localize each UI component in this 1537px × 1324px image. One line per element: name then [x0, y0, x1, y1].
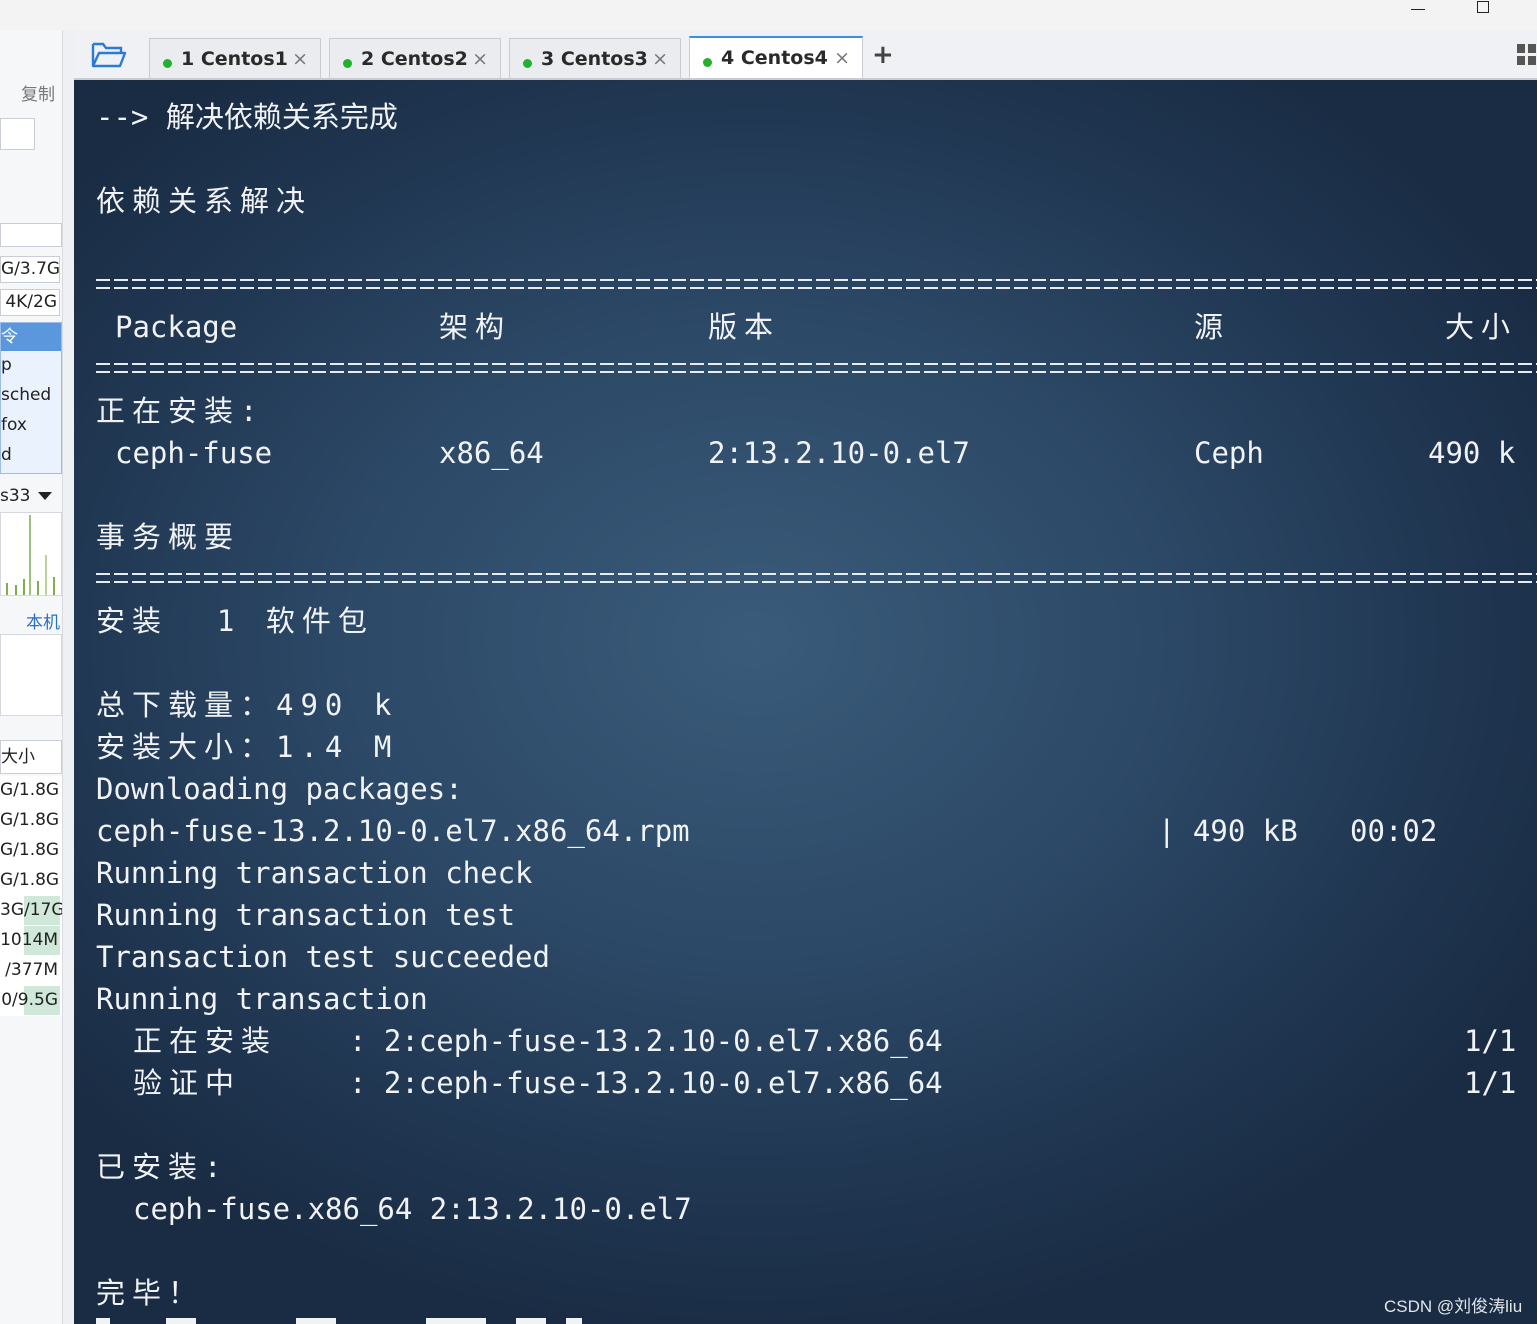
tab-centos2[interactable]: 2 Centos2 ×: [329, 38, 501, 78]
close-icon[interactable]: ×: [834, 47, 850, 69]
total-download: 总下载量：490 k: [96, 688, 399, 722]
disk-row: 1014M: [0, 926, 60, 955]
status-dot-icon: [343, 59, 352, 68]
mem-usage: G/3.7G: [0, 256, 60, 283]
status-dot-icon: [703, 58, 712, 67]
list-item[interactable]: p: [1, 355, 12, 375]
net-bar: [6, 583, 8, 595]
network-chart: [0, 512, 62, 596]
list-item[interactable]: fox: [1, 415, 27, 435]
tab-label: 1 Centos1: [181, 48, 288, 70]
rpm-progress: | 490 kB 00:02: [1158, 814, 1438, 848]
header-size: 大小: [1445, 310, 1518, 344]
disk-list: G/1.8G G/1.8G G/1.8G G/1.8G 3G/17G 1014M/377M…: [0, 776, 65, 1016]
window-title-bar: [0, 0, 1537, 30]
watermark: CSDN @刘俊涛liu: [1384, 1297, 1523, 1316]
net-bar: [37, 581, 39, 595]
step-installing-label: 正在安装: [133, 1024, 278, 1058]
separator-line: [96, 573, 1537, 587]
terminal-output[interactable]: --> 解决依赖关系完成 依赖关系解决 Package 架构 版本 源 大小 正…: [74, 80, 1537, 1324]
header-version: 版本: [708, 310, 781, 344]
minimize-icon[interactable]: [1395, 0, 1441, 30]
list-item[interactable]: d: [1, 445, 12, 465]
sidebar-field: [0, 223, 62, 247]
step-verify-label: 验证中: [133, 1066, 242, 1100]
list-item[interactable]: sched: [1, 385, 51, 405]
pkg-version: 2:13.2.10-0.el7: [708, 436, 970, 470]
chevron-down-icon[interactable]: [38, 492, 52, 500]
step-installing-count: 1/1: [1464, 1024, 1517, 1058]
net-bar: [29, 515, 31, 595]
install-size: 安装大小：1.4 M: [96, 730, 399, 764]
sidebar-input[interactable]: [0, 118, 35, 150]
net-bar: [15, 585, 17, 595]
tab-centos1[interactable]: 1 Centos1 ×: [149, 38, 321, 78]
done-line: 完毕！: [96, 1276, 205, 1310]
header-package: Package: [115, 310, 238, 344]
process-list: 令 p sched fox d: [0, 322, 62, 474]
rpm-file: ceph-fuse-13.2.10-0.el7.x86_64.rpm: [96, 814, 690, 848]
disk-row: G/1.8G: [0, 780, 60, 800]
disk-row: G/1.8G: [0, 840, 60, 860]
header-repo: 源: [1194, 310, 1224, 344]
status-dot-icon: [523, 59, 532, 68]
pkg-repo: Ceph: [1194, 436, 1264, 470]
test-succeeded: Transaction test succeeded: [96, 940, 550, 974]
status-dot-icon: [163, 59, 172, 68]
transaction-check: Running transaction check: [96, 856, 533, 890]
disk-row: G/1.8G: [0, 810, 60, 830]
disk-row: G/1.8G: [0, 870, 60, 890]
size-column-header[interactable]: 大小: [0, 740, 62, 774]
terminal-cursor: [566, 1318, 582, 1324]
process-list-header: 令: [1, 323, 61, 351]
maximize-icon[interactable]: [1460, 0, 1506, 30]
tab-centos3[interactable]: 3 Centos3 ×: [509, 38, 681, 78]
net-bar: [53, 577, 55, 595]
swap-usage: 4K/2G: [0, 289, 60, 316]
pkg-name: ceph-fuse: [115, 436, 273, 470]
prompt-line-partial: [96, 1318, 556, 1324]
separator-line: [96, 279, 1537, 293]
summary-label: 事务概要: [96, 520, 241, 554]
session-tab-bar: 1 Centos1 × 2 Centos2 × 3 Centos3 × 4 Centos4 ×…: [74, 30, 1537, 80]
sidebar-panel: 复制 G/3.7G 4K/2G 令 p sched fox d s33 本机 大…: [0, 30, 74, 1324]
running-transaction: Running transaction: [96, 982, 428, 1016]
step-verify-pkg: : 2:ceph-fuse-13.2.10-0.el7.x86_64: [349, 1066, 943, 1100]
install-count: 安装 1 软件包: [96, 604, 374, 638]
pkg-arch: x86_64: [439, 436, 544, 470]
close-icon[interactable]: ×: [292, 48, 308, 70]
tab-label: 4 Centos4: [721, 47, 828, 69]
latency-chart: [0, 634, 62, 716]
disk-row: 0/9.5G: [0, 986, 60, 1015]
tab-label: 2 Centos2: [361, 48, 468, 70]
net-bar: [23, 579, 25, 595]
folder-open-icon[interactable]: [88, 40, 128, 70]
pkg-size: 490 k: [1428, 436, 1516, 470]
installing-label: 正在安装:: [96, 394, 265, 428]
tab-centos4[interactable]: 4 Centos4 ×: [689, 36, 863, 78]
close-icon[interactable]: ×: [472, 48, 488, 70]
downloading-line: Downloading packages:: [96, 772, 463, 806]
tab-label: 3 Centos3: [541, 48, 648, 70]
close-icon[interactable]: ×: [652, 48, 668, 70]
installed-pkg: ceph-fuse.x86_64 2:13.2.10-0.el7: [133, 1192, 692, 1226]
local-link[interactable]: 本机: [26, 608, 60, 633]
network-interface-select[interactable]: s33: [0, 486, 31, 506]
deps-resolved-line: 依赖关系解决: [96, 184, 313, 218]
panel-splitter[interactable]: [62, 30, 74, 1324]
grid-layout-icon[interactable]: [1517, 44, 1537, 66]
transaction-test: Running transaction test: [96, 898, 516, 932]
header-arch: 架构: [439, 310, 512, 344]
copy-button[interactable]: 复制: [21, 80, 55, 105]
step-verify-count: 1/1: [1464, 1066, 1517, 1100]
net-bar: [45, 555, 47, 595]
disk-row: 3G/17G: [0, 896, 65, 925]
disk-row: /377M: [5, 960, 58, 980]
installed-label: 已安装:: [96, 1150, 229, 1184]
separator-line: [96, 363, 1537, 377]
step-installing-pkg: : 2:ceph-fuse-13.2.10-0.el7.x86_64: [349, 1024, 943, 1058]
resolve-done-line: --> 解决依赖关系完成: [96, 100, 398, 134]
add-tab-button[interactable]: +: [872, 42, 894, 68]
